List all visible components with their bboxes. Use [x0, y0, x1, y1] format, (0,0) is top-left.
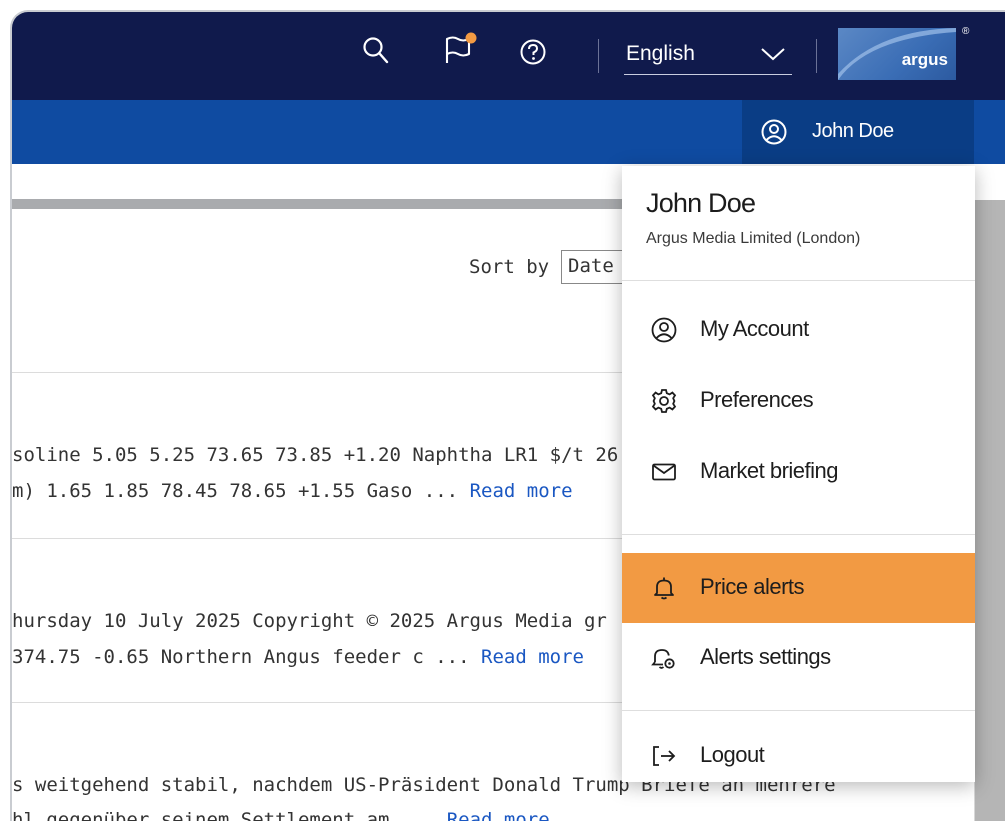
- menu-item-label: Price alerts: [700, 574, 805, 599]
- menu-item-label: Logout: [700, 742, 765, 767]
- result-snippet: hl gegenüber seinem Settlement am ... Re…: [12, 809, 550, 821]
- nav-bar: John Doe: [12, 100, 1005, 164]
- bell-settings-icon: [650, 644, 678, 677]
- menu-item-my-account[interactable]: My Account: [622, 295, 975, 365]
- divider: [12, 372, 652, 373]
- logo-text: argus: [901, 50, 948, 69]
- user-circle-icon: [760, 118, 788, 151]
- read-more-link[interactable]: Read more: [481, 646, 584, 668]
- user-name: John Doe: [812, 120, 894, 142]
- user-menu-button[interactable]: John Doe: [742, 100, 974, 164]
- mail-icon: [650, 458, 678, 491]
- menu-item-label: Market briefing: [700, 458, 839, 483]
- menu-item-market-briefing[interactable]: Market briefing: [622, 437, 975, 507]
- result-snippet: hursday 10 July 2025 Copyright © 2025 Ar…: [12, 610, 607, 632]
- read-more-link[interactable]: Read more: [470, 480, 573, 502]
- menu-item-label: Alerts settings: [700, 644, 831, 669]
- menu-item-logout[interactable]: Logout: [622, 721, 975, 791]
- chevron-down-icon: [760, 46, 786, 67]
- registered-mark: ®: [962, 26, 970, 37]
- menu-item-preferences[interactable]: Preferences: [622, 366, 975, 436]
- read-more-link[interactable]: Read more: [447, 809, 550, 821]
- sort-by-label: Sort by: [469, 256, 550, 278]
- search-icon[interactable]: [362, 36, 390, 71]
- divider-bar: [12, 199, 652, 209]
- menu-user-name: John Doe: [646, 188, 756, 218]
- bell-icon: [650, 574, 678, 607]
- language-select[interactable]: English: [624, 34, 792, 75]
- result-snippet: soline 5.05 5.25 73.65 73.85 +1.20 Napht…: [12, 444, 619, 466]
- menu-organization: Argus Media Limited (London): [646, 230, 861, 247]
- separator: [816, 39, 817, 73]
- argus-logo[interactable]: argus: [838, 28, 956, 80]
- user-circle-icon: [650, 316, 678, 349]
- divider: [12, 538, 652, 539]
- result-snippet-text: m) 1.65 1.85 78.45 78.65 +1.55 Gaso ...: [12, 480, 459, 502]
- divider: [622, 710, 975, 711]
- divider: [12, 702, 652, 703]
- help-icon[interactable]: [518, 37, 548, 72]
- menu-item-label: My Account: [700, 316, 809, 341]
- logout-icon: [650, 742, 678, 775]
- language-label: English: [626, 42, 695, 65]
- menu-item-alerts-settings[interactable]: Alerts settings: [622, 623, 975, 693]
- result-snippet-text: hl gegenüber seinem Settlement am ...: [12, 809, 436, 821]
- browser-window: English argus ® John Doe Sort by Date so…: [10, 10, 1005, 821]
- divider: [622, 280, 975, 281]
- result-snippet-text: 374.75 -0.65 Northern Angus feeder c ...: [12, 646, 470, 668]
- side-panel-edge: [975, 200, 1005, 821]
- top-bar: English argus ®: [12, 12, 1005, 100]
- divider: [622, 534, 975, 535]
- separator: [598, 39, 599, 73]
- flag-icon[interactable]: [442, 32, 478, 71]
- result-snippet: m) 1.65 1.85 78.45 78.65 +1.55 Gaso ... …: [12, 480, 573, 502]
- gear-icon: [650, 387, 678, 420]
- menu-item-price-alerts[interactable]: Price alerts: [622, 553, 975, 623]
- menu-item-label: Preferences: [700, 387, 814, 412]
- result-snippet: 374.75 -0.65 Northern Angus feeder c ...…: [12, 646, 584, 668]
- user-dropdown-menu: John Doe Argus Media Limited (London) My…: [622, 166, 975, 782]
